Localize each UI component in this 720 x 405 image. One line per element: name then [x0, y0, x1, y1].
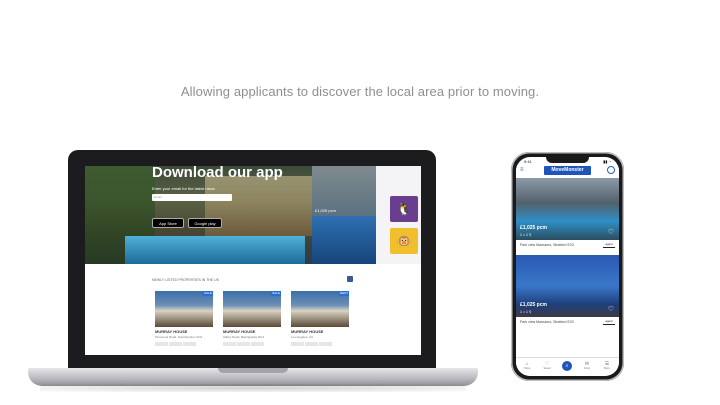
listing-image: £1,025 pcm 1 ⌂ 1 ⚲ ♡ — [516, 255, 619, 317]
property-image: SALE — [155, 291, 213, 327]
listing-rooms: 1 ⌂ 1 ⚲ — [520, 233, 532, 237]
property-address: Hillary Road, Basingstoke RG1 — [223, 335, 265, 339]
agent-logo: agent — [603, 242, 615, 248]
promo-tile-yellow[interactable]: 🐵 — [390, 228, 418, 254]
listing-badge: RENT — [339, 291, 349, 296]
property-name: MURRAY HOUSE — [155, 329, 188, 334]
listing-badge: SALE — [271, 291, 281, 296]
mascot-icon: 🐧 — [396, 202, 412, 216]
listing-price: £1,025 pcm — [520, 225, 547, 231]
featured-property-panel[interactable]: £1,025 pcm — [312, 166, 376, 264]
facebook-icon[interactable] — [347, 276, 353, 282]
tab-search[interactable]: ⌕ — [562, 361, 572, 371]
tab-saved[interactable]: ♡ Saved — [540, 361, 554, 370]
promo-column: 🐧 🐵 — [376, 166, 421, 264]
hero-title: Download our app — [152, 166, 283, 181]
tab-bar: ⌂ Home ♡ Saved ⌕ ✉ Inbox ☰ More — [516, 357, 619, 376]
featured-property-image — [312, 216, 376, 264]
search-icon: ⌕ — [565, 363, 569, 369]
featured-price: £1,025 pcm — [315, 208, 336, 213]
app-header: ≡ MoveMonster — [516, 165, 619, 177]
status-icons: ▮▮ ◔ — [603, 159, 611, 164]
property-name: MURRAY HOUSE — [223, 329, 256, 334]
listings-heading: NEWLY LISTED PROPERTIES IN THE UK — [152, 278, 220, 282]
listing-rooms: 1 ⌂ 1 ⚲ — [520, 310, 532, 314]
app-store-button[interactable]: App Store — [152, 218, 184, 228]
phone-notch — [546, 157, 589, 163]
property-address: Los Angeles, CA — [291, 335, 314, 339]
phone-screen: 9:41 ▮▮ ◔ ≡ MoveMonster £1,025 pcm 1 ⌂ 1… — [516, 157, 619, 376]
laptop-notch — [218, 368, 288, 373]
laptop-screen: Download our app Enter your email for th… — [85, 166, 421, 355]
google-play-button[interactable]: Google play — [188, 218, 222, 228]
email-field[interactable]: Email — [152, 194, 232, 201]
laptop-shadow — [40, 384, 466, 392]
property-image: RENT — [291, 291, 349, 327]
listing-address: Park view Mansions, Stratford E20 — [520, 243, 574, 247]
property-address: Pinewood Road, Southampton SO1 — [155, 335, 203, 339]
hero-subtitle: Enter your email for the latest news — [152, 186, 215, 191]
agent-logo: agent — [603, 319, 615, 325]
hero-pool-image — [125, 236, 305, 264]
property-image: SALE — [223, 291, 281, 327]
heart-icon[interactable]: ♡ — [608, 228, 614, 236]
listing-card[interactable]: £1,025 pcm 1 ⌂ 1 ⚲ ♡ Park view Mansions,… — [516, 178, 619, 254]
tab-more[interactable]: ☰ More — [600, 361, 614, 370]
app-logo: MoveMonster — [544, 166, 591, 175]
tab-inbox[interactable]: ✉ Inbox — [580, 361, 594, 370]
property-card[interactable]: SALE MURRAY HOUSE Pinewood Road, Southam… — [155, 291, 213, 355]
property-name: MURRAY HOUSE — [291, 329, 324, 334]
property-features — [291, 342, 349, 346]
listing-image: £1,025 pcm 1 ⌂ 1 ⚲ ♡ — [516, 178, 619, 240]
user-icon[interactable] — [607, 166, 615, 174]
tab-home[interactable]: ⌂ Home — [520, 361, 534, 370]
heart-icon[interactable]: ♡ — [608, 305, 614, 313]
status-time: 9:41 — [524, 159, 532, 164]
promo-tile-purple[interactable]: 🐧 — [390, 196, 418, 222]
property-features — [223, 342, 281, 346]
mascot-icon: 🐵 — [396, 234, 412, 248]
listing-card[interactable]: £1,025 pcm 1 ⌂ 1 ⚲ ♡ Park view Mansions,… — [516, 255, 619, 331]
property-card[interactable]: SALE MURRAY HOUSE Hillary Road, Basingst… — [223, 291, 281, 355]
tagline: Allowing applicants to discover the loca… — [180, 84, 540, 99]
listing-badge: SALE — [203, 291, 213, 296]
property-card[interactable]: RENT MURRAY HOUSE Los Angeles, CA — [291, 291, 349, 355]
listing-address: Park view Mansions, Stratford E20 — [520, 320, 574, 324]
menu-icon[interactable]: ≡ — [520, 167, 524, 173]
listing-price: £1,025 pcm — [520, 302, 547, 308]
property-features — [155, 342, 213, 346]
